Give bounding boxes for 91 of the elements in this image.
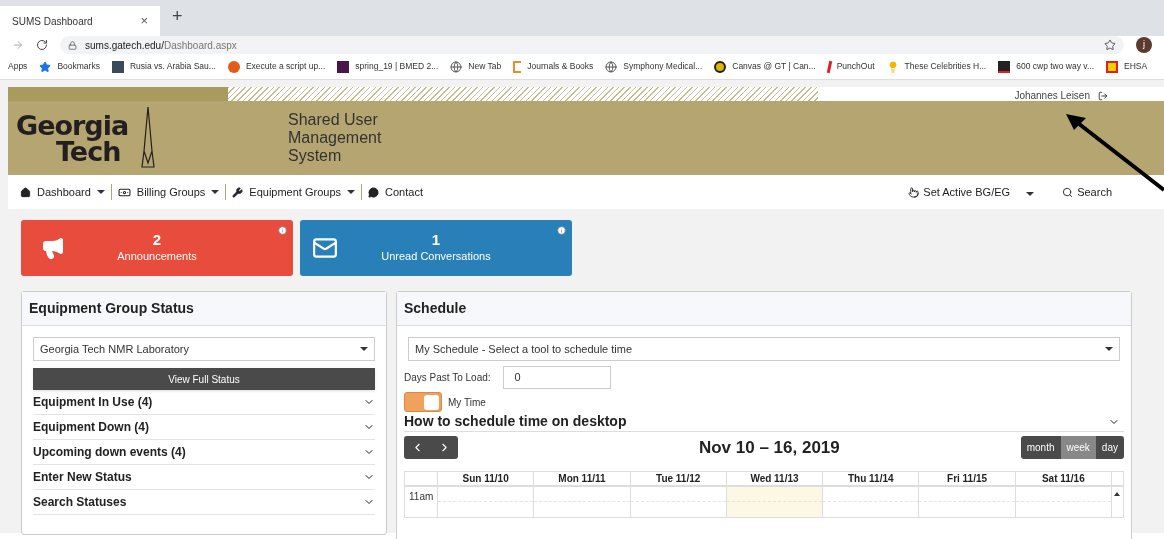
tile-count: 2 bbox=[152, 232, 162, 248]
bookmark-link[interactable]: Apps bbox=[8, 60, 28, 73]
spire-icon bbox=[140, 107, 156, 169]
caret-icon bbox=[1105, 347, 1113, 351]
status-section-header[interactable]: Search Statuses bbox=[33, 490, 375, 515]
summary-tile[interactable]: 2 Announcements bbox=[21, 220, 293, 276]
bookmark-link[interactable]: Journals & Books bbox=[527, 60, 594, 73]
wrench-icon bbox=[232, 186, 244, 198]
day-column-header: Mon 11/11 bbox=[534, 471, 631, 485]
reload-icon[interactable] bbox=[36, 39, 48, 51]
logo-text: Georgia bbox=[16, 113, 129, 139]
tile-label: Unread Conversations bbox=[381, 249, 491, 264]
days-past-field[interactable]: 0 bbox=[502, 366, 611, 389]
date-range-title: Nov 10 – 16, 2019 bbox=[698, 437, 840, 459]
nav-menu-item[interactable]: Dashboard bbox=[20, 183, 105, 201]
caret-icon bbox=[211, 190, 220, 194]
system-name-text: Management bbox=[288, 129, 382, 147]
info-icon[interactable] bbox=[557, 226, 566, 235]
caret-icon bbox=[360, 347, 368, 351]
caret-icon bbox=[1026, 191, 1035, 196]
nav-menu-item[interactable]: Contact bbox=[368, 183, 423, 201]
bookmark-link[interactable]: Symphony Medical... bbox=[623, 60, 703, 73]
tile-count: 1 bbox=[431, 232, 441, 248]
browser-tab[interactable]: SUMS Dashboard × bbox=[0, 6, 160, 36]
bookmark-link[interactable]: Rusia vs. Arabia Sau... bbox=[129, 60, 216, 73]
hand-pointer-icon bbox=[908, 186, 920, 198]
panel-title: Equipment Group Status bbox=[22, 292, 386, 326]
view-tab[interactable]: day bbox=[1095, 436, 1124, 460]
status-section-header[interactable]: Enter New Status bbox=[33, 465, 375, 490]
square-icon bbox=[998, 60, 1011, 73]
address-bar[interactable]: sums.gatech.edu/Dashboard.aspx bbox=[60, 36, 1124, 54]
close-icon[interactable]: × bbox=[140, 11, 148, 31]
summary-tile[interactable]: 1 Unread Conversations bbox=[300, 220, 572, 276]
chat-icon bbox=[368, 186, 380, 198]
day-column-header: Sun 11/10 bbox=[438, 471, 535, 485]
status-section-header[interactable]: Equipment In Use (4) bbox=[33, 390, 375, 415]
bookmark-link[interactable]: PunchOut bbox=[836, 60, 875, 73]
tile-label: Announcements bbox=[117, 249, 197, 264]
info-icon[interactable] bbox=[278, 226, 287, 235]
bookmark-link[interactable]: EHSA bbox=[1124, 60, 1148, 73]
slash-icon bbox=[826, 60, 832, 73]
new-tab-button[interactable]: + bbox=[172, 3, 183, 30]
bookmark-link[interactable]: 600 cwp two way v... bbox=[1016, 60, 1095, 73]
tool-select[interactable]: My Schedule - Select a tool to schedule time bbox=[408, 337, 1120, 361]
status-section-header[interactable]: Upcoming down events (4) bbox=[33, 440, 375, 465]
caret-icon bbox=[347, 190, 356, 194]
profile-avatar[interactable]: j bbox=[1136, 37, 1152, 53]
scroll-up-icon[interactable] bbox=[1114, 491, 1121, 496]
caret-icon bbox=[96, 190, 105, 194]
view-full-status-button[interactable]: View Full Status bbox=[33, 368, 375, 390]
field-label: Days Past To Load: bbox=[404, 371, 491, 385]
bookmark-star-icon[interactable] bbox=[1104, 39, 1116, 51]
logout-icon[interactable] bbox=[1098, 90, 1108, 101]
search-icon bbox=[1062, 186, 1074, 198]
lock-icon bbox=[68, 40, 77, 50]
status-section-header[interactable]: Equipment Down (4) bbox=[33, 415, 375, 440]
squares-icon bbox=[1106, 60, 1119, 73]
previous-button[interactable] bbox=[404, 436, 431, 460]
search-link[interactable]: Search bbox=[1062, 183, 1112, 201]
bulb-icon bbox=[886, 60, 899, 73]
howto-section-header[interactable]: How to schedule time on desktop bbox=[404, 412, 1124, 432]
globe-icon bbox=[450, 60, 463, 73]
bookmark-link[interactable]: spring_19 | BMED 2... bbox=[355, 60, 439, 73]
day-column-header: Thu 11/14 bbox=[823, 471, 920, 485]
day-column-header: Fri 11/15 bbox=[919, 471, 1016, 485]
my-time-toggle[interactable] bbox=[404, 392, 442, 412]
system-name-text: System bbox=[288, 147, 343, 165]
group-select[interactable]: Georgia Tech NMR Laboratory bbox=[33, 337, 375, 361]
megaphone-icon bbox=[41, 236, 65, 260]
next-button[interactable] bbox=[431, 436, 458, 460]
toggle-label: My Time bbox=[448, 395, 486, 410]
star-icon bbox=[39, 60, 52, 73]
bookmark-link[interactable]: These Celebrities H... bbox=[904, 60, 987, 73]
day-column-header: Sat 11/16 bbox=[1015, 471, 1112, 485]
bookmark-link[interactable]: Execute a script up... bbox=[245, 60, 326, 73]
nav-menu-item[interactable]: Equipment Groups bbox=[232, 183, 356, 201]
bookmark-link[interactable]: Bookmarks bbox=[57, 60, 100, 73]
view-tab[interactable]: month bbox=[1020, 436, 1061, 460]
view-tab[interactable]: week bbox=[1060, 436, 1096, 460]
day-column-header: Wed 11/13 bbox=[726, 471, 824, 485]
day-column-header: Tue 11/12 bbox=[630, 471, 727, 485]
globe-icon bbox=[605, 60, 618, 73]
panel-title: Schedule bbox=[397, 292, 1131, 326]
bookmark-link[interactable]: New Tab bbox=[468, 60, 502, 73]
system-name-text: Shared User bbox=[288, 111, 379, 129]
bookmark-link[interactable]: Canvas @ GT | Can... bbox=[732, 60, 816, 73]
home-icon bbox=[20, 186, 31, 198]
user-name-link[interactable]: Johannes Leisen bbox=[1014, 88, 1090, 103]
envelope-icon bbox=[312, 235, 338, 261]
nav-menu-item[interactable]: Billing Groups bbox=[117, 183, 220, 201]
set-active-menu[interactable]: Set Active BG/EG bbox=[908, 183, 1035, 201]
